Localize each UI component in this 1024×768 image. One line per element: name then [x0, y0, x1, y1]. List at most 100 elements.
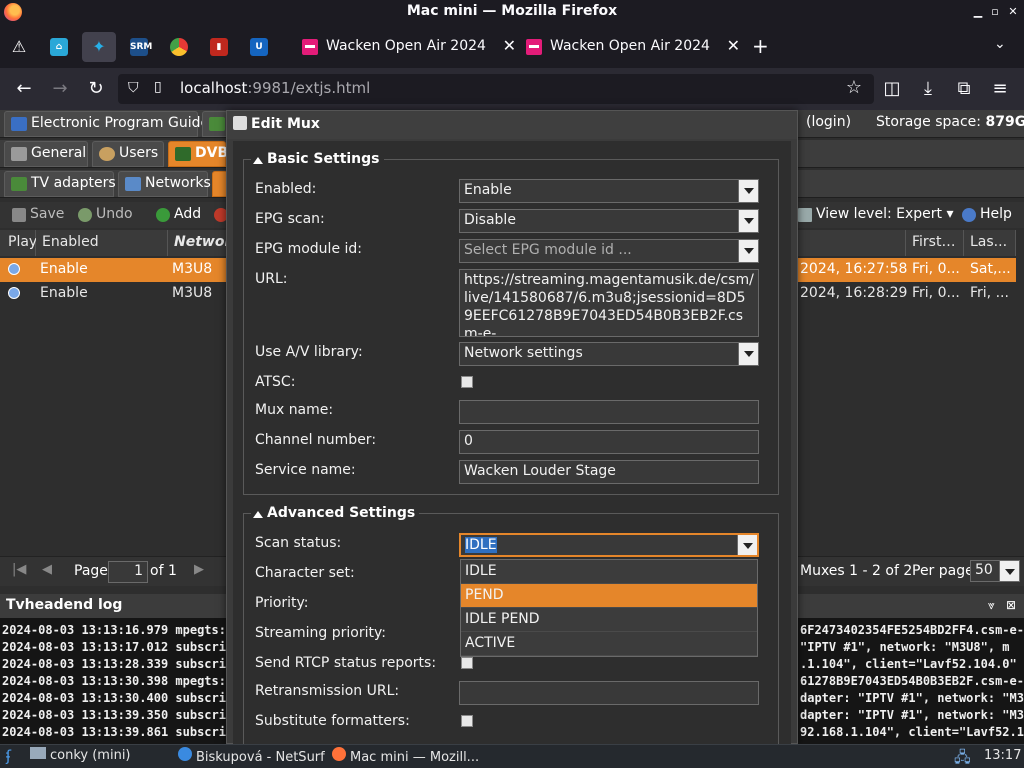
- col-date[interactable]: [798, 230, 906, 256]
- play-icon[interactable]: [8, 287, 20, 299]
- chevron-down-icon[interactable]: [738, 210, 758, 232]
- url-textarea[interactable]: https://streaming.magentamusik.de/csm/li…: [459, 269, 759, 337]
- browser-tab-1[interactable]: Wacken Open Air 2024 ✕: [298, 32, 520, 62]
- undo-button[interactable]: Undo: [76, 206, 133, 222]
- channel-number-input[interactable]: 0: [459, 430, 759, 454]
- basic-settings-legend[interactable]: Basic Settings: [251, 151, 384, 167]
- back-icon[interactable]: ←: [12, 78, 36, 100]
- dropdown-option[interactable]: IDLE: [461, 560, 757, 584]
- epg-scan-value: Disable: [464, 212, 516, 228]
- dialog-header[interactable]: Edit Mux: [227, 111, 797, 139]
- log-lines-right: 6F2473402354FE5254BD2FF4.csm-e- "IPTV #1…: [800, 622, 1024, 741]
- col-first[interactable]: First ...: [906, 230, 964, 256]
- chevron-down-icon[interactable]: [737, 535, 757, 555]
- url-text[interactable]: localhost:9981/extjs.html: [180, 79, 370, 97]
- tab-users[interactable]: Users: [92, 141, 164, 167]
- taskbar-item[interactable]: conky (mini): [30, 747, 131, 767]
- chevron-down-icon[interactable]: [738, 343, 758, 365]
- dropdown-option[interactable]: ACTIVE: [461, 632, 757, 656]
- taskbar-item[interactable]: Biskupová - NetSurf: [178, 747, 325, 767]
- page-number-input[interactable]: 1: [108, 561, 148, 583]
- atsc-checkbox[interactable]: [461, 376, 473, 388]
- dialog-title: Edit Mux: [251, 116, 320, 132]
- close-tab-icon[interactable]: ✕: [727, 36, 740, 55]
- col-last[interactable]: Las...: [964, 230, 1016, 256]
- view-level-button[interactable]: View level: Expert ▾: [796, 206, 954, 222]
- network-tray-icon[interactable]: 🖧: [954, 747, 971, 767]
- collapse-icon[interactable]: ⩔: [988, 598, 995, 613]
- epg-scan-label: EPG scan:: [255, 211, 325, 227]
- tab-networks[interactable]: Networks: [118, 171, 211, 197]
- menu-icon[interactable]: ≡: [988, 78, 1012, 100]
- per-page-select[interactable]: 50: [970, 560, 1020, 582]
- pinned-tab-kodi[interactable]: ✦: [82, 32, 116, 62]
- next-page-icon[interactable]: ▶: [194, 562, 204, 577]
- substitute-formatters-label: Substitute formatters:: [255, 713, 410, 729]
- prev-page-icon[interactable]: ◀: [42, 562, 52, 577]
- av-library-select[interactable]: Network settings: [459, 342, 759, 366]
- tab-dvb[interactable]: DVB: [168, 141, 228, 167]
- browser-tab-2[interactable]: Wacken Open Air 2024 ✕: [522, 32, 744, 62]
- pinned-tab-srm[interactable]: SRM: [122, 32, 156, 62]
- col-play[interactable]: Play: [0, 230, 37, 256]
- pinned-tab-red[interactable]: ▮: [202, 32, 236, 62]
- enabled-select[interactable]: Enable: [459, 179, 759, 203]
- list-all-tabs-icon[interactable]: ⌄: [994, 36, 1006, 52]
- pinned-tab-home[interactable]: ⌂: [42, 32, 76, 62]
- url-bar[interactable]: ⛉ ▯ localhost:9981/extjs.html ☆: [118, 74, 874, 104]
- page-info-icon[interactable]: ▯: [154, 79, 162, 95]
- tab-general[interactable]: General: [4, 141, 88, 167]
- extensions-icon[interactable]: ⧉: [952, 78, 976, 100]
- pinned-tab-chrome[interactable]: [162, 32, 196, 62]
- first-page-icon[interactable]: |◀: [12, 562, 26, 577]
- shield-u-icon: U: [250, 38, 268, 56]
- new-tab-icon[interactable]: +: [752, 34, 769, 58]
- mux-name-input[interactable]: [459, 400, 759, 424]
- service-name-input[interactable]: Wacken Louder Stage: [459, 460, 759, 484]
- reload-icon[interactable]: ↻: [84, 78, 108, 100]
- epg-scan-select[interactable]: Disable: [459, 209, 759, 233]
- col-enabled[interactable]: Enabled: [36, 230, 168, 256]
- row-first: Fri, 0...: [912, 261, 960, 277]
- epg-module-select[interactable]: Select EPG module id ...: [459, 239, 759, 263]
- bookmark-star-icon[interactable]: ☆: [846, 77, 862, 98]
- start-menu-icon[interactable]: ʄ: [6, 747, 11, 767]
- pinned-tab-alert[interactable]: ⚠: [2, 32, 36, 62]
- add-button[interactable]: Add: [154, 206, 201, 222]
- scan-status-dropdown: IDLE PEND IDLE PEND ACTIVE: [460, 559, 758, 657]
- tracking-shield-icon[interactable]: ⛉: [128, 80, 139, 96]
- tab-tv-adapters[interactable]: TV adapters: [4, 171, 116, 197]
- retransmission-url-input[interactable]: [459, 681, 759, 705]
- taskbar-item[interactable]: Mac mini — Mozill...: [332, 747, 479, 767]
- forward-icon[interactable]: →: [48, 78, 72, 100]
- col-network[interactable]: Network: [168, 230, 241, 256]
- dropdown-option[interactable]: PEND: [461, 584, 757, 608]
- row-enabled: Enable: [40, 261, 88, 277]
- save-button[interactable]: Save: [10, 206, 64, 222]
- rtcp-checkbox[interactable]: [461, 657, 473, 669]
- close-tab-icon[interactable]: ✕: [503, 36, 516, 55]
- edit-mux-dialog: Edit Mux Basic Settings Enabled: Enable …: [226, 110, 798, 753]
- dropdown-option[interactable]: IDLE PEND: [461, 608, 757, 632]
- enabled-label: Enabled:: [255, 181, 317, 197]
- close-panel-icon[interactable]: ⊠: [1006, 598, 1016, 612]
- chevron-down-icon[interactable]: [738, 240, 758, 262]
- pocket-icon[interactable]: ◫: [880, 78, 904, 100]
- advanced-settings-legend[interactable]: Advanced Settings: [251, 505, 420, 521]
- tab-recordings[interactable]: [202, 111, 228, 137]
- maximize-icon[interactable]: ▫: [987, 4, 1003, 20]
- login-link[interactable]: (login): [806, 114, 851, 130]
- scan-status-select[interactable]: IDLE: [459, 533, 759, 557]
- close-window-icon[interactable]: ✕: [1005, 4, 1021, 20]
- chevron-down-icon[interactable]: [738, 180, 758, 202]
- help-button[interactable]: Help: [960, 206, 1012, 222]
- tab-epg[interactable]: Electronic Program Guide: [4, 111, 209, 137]
- chevron-down-icon[interactable]: [999, 561, 1019, 581]
- substitute-formatters-checkbox[interactable]: [461, 715, 473, 727]
- log-line: 61278B9E7043ED54B0B3EB2F.csm-e-: [800, 674, 1024, 688]
- minimize-icon[interactable]: ▁: [970, 4, 986, 20]
- play-icon[interactable]: [8, 263, 20, 275]
- charset-label: Character set:: [255, 565, 355, 581]
- pinned-tab-ublock[interactable]: U: [242, 32, 276, 62]
- downloads-icon[interactable]: ⤓: [916, 78, 940, 100]
